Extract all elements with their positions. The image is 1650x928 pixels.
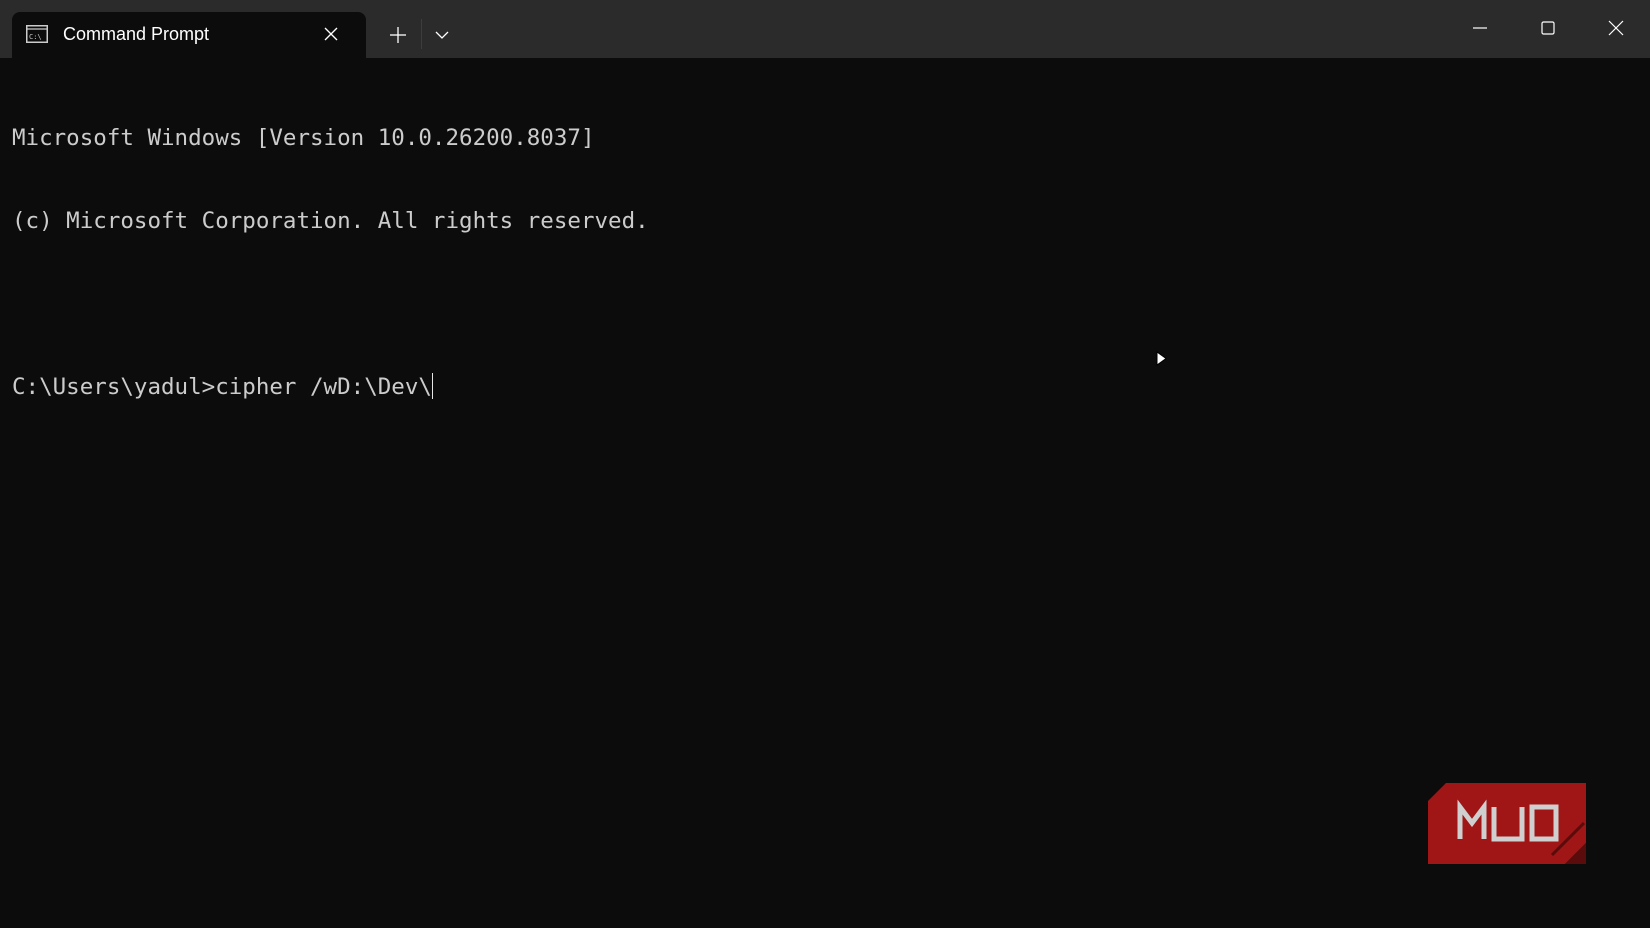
terminal-window: C:\ Command Prompt Microsoft Windows [Ve… <box>0 0 1650 928</box>
cmd-icon: C:\ <box>26 25 48 43</box>
tab-title: Command Prompt <box>63 24 210 44</box>
terminal-output[interactable]: Microsoft Windows [Version 10.0.26200.80… <box>12 70 1632 910</box>
close-icon <box>1608 20 1624 36</box>
chevron-down-icon[interactable] <box>430 20 454 50</box>
minimize-button[interactable] <box>1447 0 1513 58</box>
svg-text:C:\: C:\ <box>29 33 42 41</box>
close-window-button[interactable] <box>1583 0 1649 58</box>
tab-command-prompt[interactable]: C:\ Command Prompt <box>12 12 366 58</box>
minimize-icon <box>1473 27 1487 29</box>
terminal-line: (c) Microsoft Corporation. All rights re… <box>12 207 649 234</box>
maximize-button[interactable] <box>1515 0 1581 58</box>
title-bar[interactable]: C:\ Command Prompt <box>0 0 1650 58</box>
text-cursor <box>431 372 433 399</box>
mouse-pointer-icon <box>1156 351 1167 366</box>
tab-divider <box>421 19 422 49</box>
maximize-icon <box>1541 21 1555 35</box>
terminal-line: Microsoft Windows [Version 10.0.26200.80… <box>12 125 595 151</box>
terminal-prompt-line[interactable]: C:\Users\yadul>cipher /wD:\Dev\ <box>12 372 1632 401</box>
muo-logo <box>1428 783 1586 864</box>
prompt-command-text: C:\Users\yadul>cipher /wD:\Dev\ <box>12 373 432 400</box>
new-tab-plus-icon[interactable] <box>386 20 410 50</box>
tab-close-icon[interactable] <box>322 25 340 43</box>
